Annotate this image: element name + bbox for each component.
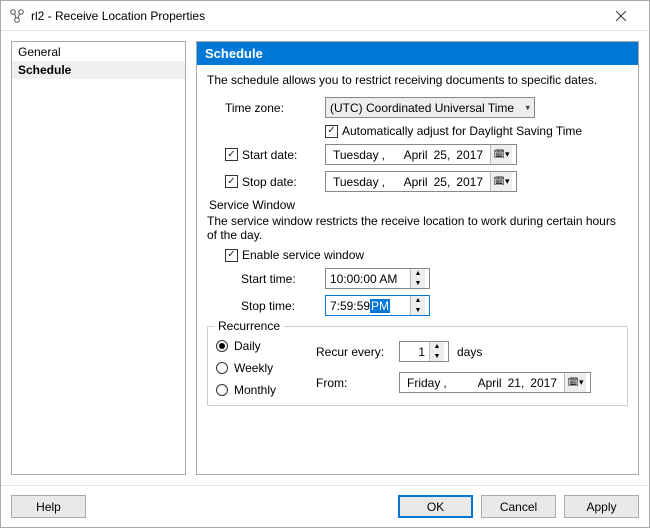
- dst-checkbox[interactable]: ✓: [325, 125, 338, 138]
- chevron-up-icon: ▲: [430, 342, 444, 352]
- row-timezone: Time zone: (UTC) Coordinated Universal T…: [207, 97, 628, 118]
- chevron-up-icon: ▲: [411, 269, 425, 279]
- row-stop-time: Stop time: 7:59:59 PM ▲ ▼: [207, 295, 628, 316]
- radio-weekly[interactable]: Weekly: [216, 361, 306, 375]
- window-title: rl2 - Receive Location Properties: [31, 9, 601, 23]
- close-icon: [616, 11, 626, 21]
- recurrence-group: Recurrence Daily Weekly: [207, 326, 628, 406]
- close-button[interactable]: [601, 1, 641, 31]
- start-date-weekday: Tuesday: [330, 148, 382, 162]
- chevron-up-icon: ▲: [411, 296, 425, 306]
- start-date-year: 2017: [453, 148, 486, 162]
- dialog-body: General Schedule Schedule The schedule a…: [1, 31, 649, 485]
- stop-date-field[interactable]: Tuesday , April 25, 2017 🗓▾: [325, 171, 517, 192]
- section-description: The schedule allows you to restrict rece…: [207, 73, 628, 87]
- radio-monthly-label: Monthly: [234, 383, 276, 397]
- radio-daily-label: Daily: [234, 339, 261, 353]
- start-date-month: April: [401, 148, 431, 162]
- section-header: Schedule: [197, 42, 638, 65]
- spin-buttons[interactable]: ▲ ▼: [410, 269, 425, 288]
- start-date-day: 25,: [431, 148, 454, 162]
- row-enable-service-window: ✓ Enable service window: [207, 248, 628, 262]
- apply-button[interactable]: Apply: [564, 495, 639, 518]
- start-date-label: Start date:: [242, 148, 297, 162]
- stop-time-label: Stop time:: [241, 299, 295, 313]
- start-time-label: Start time:: [241, 272, 296, 286]
- start-time-field[interactable]: 10:00:00 AM ▲ ▼: [325, 268, 430, 289]
- recur-every-unit: days: [457, 345, 482, 359]
- timezone-label: Time zone:: [225, 101, 284, 115]
- cancel-button[interactable]: Cancel: [481, 495, 556, 518]
- app-icon: [9, 8, 25, 24]
- chevron-down-icon: ▾: [525, 102, 530, 113]
- stop-date-month: April: [401, 175, 431, 189]
- main-panel: Schedule The schedule allows you to rest…: [196, 41, 639, 475]
- recur-from-year: 2017: [527, 376, 560, 390]
- recur-from-label: From:: [316, 376, 391, 390]
- ok-button[interactable]: OK: [398, 495, 473, 518]
- chevron-down-icon: ▼: [411, 279, 425, 289]
- stop-date-checkbox[interactable]: ✓: [225, 175, 238, 188]
- titlebar: rl2 - Receive Location Properties: [1, 1, 649, 31]
- start-time-value: 10:00:00 AM: [330, 272, 397, 286]
- recur-from-month: April: [475, 376, 505, 390]
- timezone-value: (UTC) Coordinated Universal Time: [330, 101, 514, 115]
- chevron-down-icon: ▼: [411, 306, 425, 316]
- row-start-date: ✓ Start date: Tuesday , April 25, 2017 🗓…: [207, 144, 628, 165]
- help-button[interactable]: Help: [11, 495, 86, 518]
- stop-date-year: 2017: [453, 175, 486, 189]
- enable-service-window-checkbox[interactable]: ✓: [225, 249, 238, 262]
- radio-monthly[interactable]: Monthly: [216, 383, 306, 397]
- radio-daily[interactable]: Daily: [216, 339, 306, 353]
- start-date-field[interactable]: Tuesday , April 25, 2017 🗓▾: [325, 144, 517, 165]
- nav-panel: General Schedule: [11, 41, 186, 475]
- calendar-icon[interactable]: 🗓▾: [564, 373, 586, 392]
- nav-item-schedule[interactable]: Schedule: [12, 61, 185, 79]
- nav-item-general[interactable]: General: [12, 43, 185, 61]
- stop-time-field[interactable]: 7:59:59 PM ▲ ▼: [325, 295, 430, 316]
- recur-every-label: Recur every:: [316, 345, 391, 359]
- enable-service-window-label: Enable service window: [242, 248, 364, 262]
- service-window-label: Service Window: [207, 198, 628, 212]
- section-body: The schedule allows you to restrict rece…: [197, 65, 638, 474]
- recurrence-legend: Recurrence: [214, 319, 284, 333]
- stop-date-label: Stop date:: [242, 175, 297, 189]
- calendar-icon[interactable]: 🗓▾: [490, 172, 512, 191]
- recur-from-day: 21,: [505, 376, 528, 390]
- spin-buttons[interactable]: ▲ ▼: [429, 342, 444, 361]
- row-recur-from: From: Friday , April 21, 2017 🗓▾: [316, 372, 619, 393]
- dialog-window: rl2 - Receive Location Properties Genera…: [0, 0, 650, 528]
- recur-from-field[interactable]: Friday , April 21, 2017 🗓▾: [399, 372, 591, 393]
- service-window-description: The service window restricts the receive…: [207, 214, 628, 242]
- radio-weekly-label: Weekly: [234, 361, 273, 375]
- recur-every-field[interactable]: 1 ▲ ▼: [399, 341, 449, 362]
- calendar-icon[interactable]: 🗓▾: [490, 145, 512, 164]
- recur-from-weekday: Friday: [404, 376, 443, 390]
- dst-label: Automatically adjust for Daylight Saving…: [342, 124, 582, 138]
- row-dst: ✓ Automatically adjust for Daylight Savi…: [207, 124, 628, 138]
- timezone-combo[interactable]: (UTC) Coordinated Universal Time ▾: [325, 97, 535, 118]
- spin-buttons[interactable]: ▲ ▼: [410, 296, 425, 315]
- stop-date-day: 25,: [431, 175, 454, 189]
- row-stop-date: ✓ Stop date: Tuesday , April 25, 2017 🗓▾: [207, 171, 628, 192]
- recur-every-value: 1: [418, 345, 425, 359]
- stop-time-selected: PM: [370, 299, 390, 313]
- dialog-footer: Help OK Cancel Apply: [1, 485, 649, 527]
- row-start-time: Start time: 10:00:00 AM ▲ ▼: [207, 268, 628, 289]
- chevron-down-icon: ▼: [430, 352, 444, 362]
- stop-time-prefix: 7:59:59: [330, 299, 370, 313]
- row-recur-every: Recur every: 1 ▲ ▼ days: [316, 341, 619, 362]
- start-date-checkbox[interactable]: ✓: [225, 148, 238, 161]
- stop-date-weekday: Tuesday: [330, 175, 382, 189]
